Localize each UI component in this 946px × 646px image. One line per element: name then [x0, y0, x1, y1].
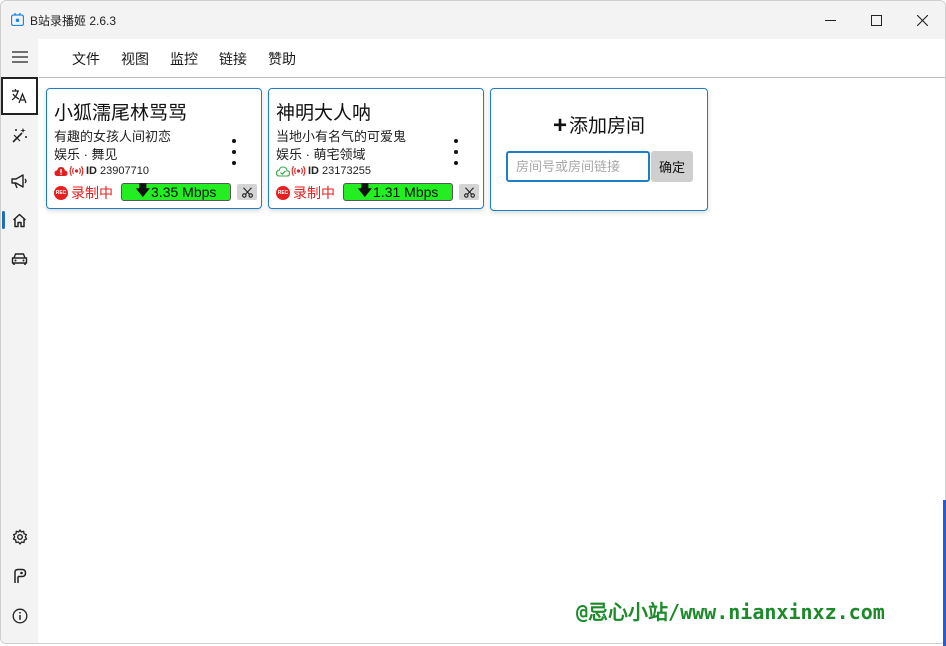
nav-home[interactable]	[1, 202, 38, 238]
room-area: 娱乐 · 舞见	[54, 147, 118, 162]
room-card[interactable]: 神明大人呐 当地小有名气的可爱鬼 娱乐 · 萌宅领域 ID 23173255 R…	[268, 88, 484, 209]
live-broadcast-icon	[291, 165, 306, 177]
recording-status: 录制中	[293, 185, 335, 201]
room-card[interactable]: 小狐濡尾林骂骂 有趣的女孩人间初恋 娱乐 · 舞见 ID 23907710 RE…	[46, 88, 262, 209]
room-id: 23907710	[100, 165, 149, 177]
id-label: ID	[308, 165, 319, 177]
close-icon	[916, 14, 928, 26]
more-options-button[interactable]	[446, 139, 466, 165]
bitrate-value: 1.31 Mbps	[373, 184, 439, 200]
add-room-card: +添加房间 确定	[490, 88, 708, 211]
nav-about[interactable]	[1, 598, 38, 634]
app-window: B站录播姬 2.6.3 文件 视图 监控 链接 赞助 小狐濡尾林骂骂 有趣的女孩…	[0, 0, 946, 644]
room-title: 有趣的女孩人间初恋	[54, 129, 172, 144]
menu-view[interactable]: 视图	[121, 49, 149, 69]
nav-announcement[interactable]	[1, 163, 38, 199]
info-icon	[12, 608, 27, 624]
room-id: 23173255	[322, 165, 371, 177]
nav-language[interactable]	[1, 77, 38, 115]
confirm-add-button[interactable]: 确定	[651, 151, 693, 182]
recording-status-row: REC 录制中 🡇 3.35 Mbps	[54, 182, 257, 203]
room-title: 当地小有名气的可爱鬼	[276, 129, 407, 144]
live-broadcast-icon	[69, 165, 84, 177]
toolbox-icon	[13, 568, 26, 583]
streamer-name: 小狐濡尾林骂骂	[54, 103, 188, 124]
nav-toolbox[interactable]	[1, 558, 38, 594]
split-file-button[interactable]	[459, 184, 479, 200]
minimize-icon	[824, 19, 836, 21]
magic-icon	[12, 127, 27, 143]
close-button[interactable]	[899, 1, 945, 39]
settings-icon	[12, 529, 27, 545]
home-icon	[12, 213, 27, 227]
id-label: ID	[86, 165, 97, 177]
room-id-row: ID 23173255	[276, 164, 371, 178]
split-file-button[interactable]	[237, 184, 257, 200]
nav-settings[interactable]	[1, 519, 38, 555]
menu-links[interactable]: 链接	[219, 49, 247, 69]
window-title: B站录播姬 2.6.3	[30, 14, 117, 28]
more-options-button[interactable]	[224, 139, 244, 165]
watermark-text: @忌心小站/www.nianxinxz.com	[576, 600, 885, 624]
scissors-icon	[241, 186, 253, 198]
scissors-icon	[463, 186, 475, 198]
rec-icon: REC	[54, 186, 68, 200]
bitrate-indicator: 🡇 1.31 Mbps	[343, 182, 453, 201]
bitrate-indicator: 🡇 3.35 Mbps	[121, 182, 231, 201]
download-arrow-icon: 🡇	[135, 182, 151, 198]
maximize-button[interactable]	[853, 1, 899, 39]
announcement-icon	[11, 173, 27, 188]
menu-sponsor[interactable]: 赞助	[268, 49, 296, 69]
title-bar: B站录播姬 2.6.3	[1, 1, 945, 39]
plus-icon: +	[552, 112, 567, 139]
hamburger-menu-button[interactable]	[1, 39, 38, 75]
room-list: 小狐濡尾林骂骂 有趣的女孩人间初恋 娱乐 · 舞见 ID 23907710 RE…	[39, 78, 945, 643]
nav-magic[interactable]	[1, 117, 38, 153]
room-id-row: ID 23907710	[54, 164, 149, 178]
language-icon	[11, 89, 27, 104]
recording-status: 录制中	[71, 185, 113, 201]
room-area: 娱乐 · 萌宅领域	[276, 147, 366, 162]
cloud-alert-icon	[54, 167, 68, 176]
app-logo-icon	[11, 13, 24, 26]
menu-monitor[interactable]: 监控	[170, 49, 198, 69]
sidebar	[1, 39, 38, 643]
streamer-name: 神明大人呐	[276, 103, 372, 124]
menu-bar: 文件 视图 监控 链接 赞助	[39, 39, 945, 78]
add-room-heading: + 添加房间	[491, 111, 707, 139]
recording-status-row: REC 录制中 🡇 1.31 Mbps	[276, 182, 479, 203]
rec-icon: REC	[276, 186, 290, 200]
menu-file[interactable]: 文件	[72, 49, 100, 69]
car-icon	[11, 253, 28, 265]
download-arrow-icon: 🡇	[357, 182, 373, 198]
room-id-input[interactable]	[506, 151, 650, 182]
bitrate-value: 3.35 Mbps	[151, 184, 217, 200]
cloud-check-icon	[276, 166, 290, 177]
add-room-title: 添加房间	[569, 116, 646, 137]
nav-car[interactable]	[1, 241, 38, 277]
minimize-button[interactable]	[807, 1, 853, 39]
maximize-icon	[870, 14, 882, 26]
hamburger-icon	[11, 51, 28, 63]
